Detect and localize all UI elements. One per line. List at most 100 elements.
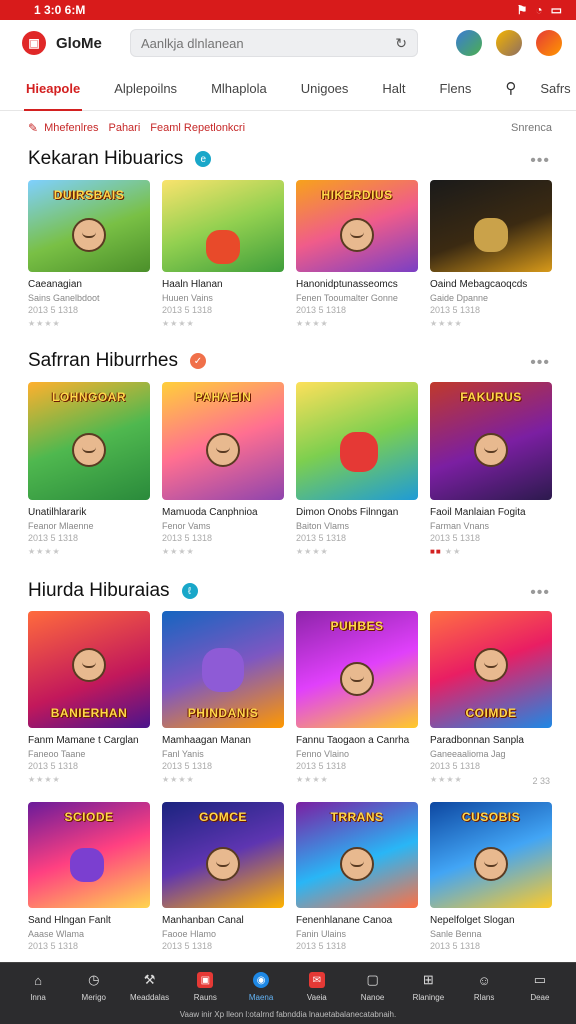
- game-subtitle: Huuen Vains: [162, 293, 213, 303]
- game-meta: 2013 5 1318: [430, 533, 481, 543]
- nav-label: Rlans: [473, 993, 495, 1002]
- game-thumbnail[interactable]: [430, 180, 552, 272]
- game-thumbnail[interactable]: [162, 180, 284, 272]
- tab-1[interactable]: Alplepoilns: [114, 66, 177, 111]
- gift-icon: ⊞: [422, 972, 434, 987]
- app-name: GloMe: [56, 34, 102, 52]
- game-card[interactable]: DUIRSBAIS Caeanagian Sains Ganelbdoot 20…: [28, 180, 150, 328]
- tab-5[interactable]: Flens: [440, 66, 472, 111]
- tab-last[interactable]: Safrs: [540, 81, 570, 96]
- game-card[interactable]: COIMDE Paradbonnan Sanpla Ganeeaalioma J…: [430, 611, 552, 784]
- game-thumbnail[interactable]: LOHNGOAR: [28, 382, 150, 500]
- game-thumbnail[interactable]: PHINDANIS: [162, 611, 284, 728]
- nav-item-active[interactable]: ◉ Maena: [237, 969, 285, 1002]
- game-thumbnail[interactable]: TRRANS: [296, 802, 418, 908]
- nav-label: Meaddalas: [129, 993, 170, 1002]
- game-meta: 2013 5 1318: [430, 305, 481, 315]
- game-row: DUIRSBAIS Caeanagian Sains Ganelbdoot 20…: [28, 180, 554, 328]
- game-title: Caeanagian: [28, 279, 82, 290]
- game-card[interactable]: BANIERHAN Fanm Mamane t Carglan Faneoo T…: [28, 611, 150, 784]
- tab-2[interactable]: Mlhaplola: [211, 66, 267, 111]
- more-icon[interactable]: •••: [530, 584, 550, 602]
- game-title: Sand Hlngan Fanlt: [28, 915, 111, 926]
- nav-item-settings[interactable]: ▭ Deae: [516, 969, 564, 1002]
- search-icon[interactable]: ⚲: [505, 79, 516, 97]
- nav-item-tools[interactable]: ⚒ Meaddalas: [126, 969, 174, 1002]
- game-card[interactable]: HIKBRDIUS Hanonidptunasseomcs Fenen Toou…: [296, 180, 418, 328]
- game-meta: 2013 5 1318: [296, 305, 347, 315]
- nav-item-gift[interactable]: ⊞ Rlaninge: [404, 969, 452, 1002]
- nav-item-profile[interactable]: ☺ Rlans: [460, 969, 508, 1003]
- thumbnail-title: CUSOBIS: [461, 810, 521, 824]
- game-card[interactable]: LOHNGOAR Unatilhlararik Feanor Mlaenne 2…: [28, 382, 150, 556]
- avatar[interactable]: [536, 30, 562, 56]
- game-card[interactable]: PUHBES Fannu Taogaon a Canrha Fenno Vlai…: [296, 611, 418, 784]
- game-subtitle: Fenno Vlaino: [296, 749, 350, 759]
- game-card[interactable]: TRRANS Fenenhlanane Canoa Fanin Ulains 2…: [296, 802, 418, 951]
- game-meta: 2013 5 1318: [162, 305, 213, 315]
- nav-item-chat[interactable]: ✉ Vaeia: [293, 969, 341, 1002]
- game-title: Fanm Mamane t Carglan: [28, 735, 139, 746]
- tab-3[interactable]: Unigoes: [301, 66, 349, 111]
- game-meta: 2013 5 1318: [28, 533, 79, 543]
- game-card[interactable]: GOMCE Manhanban Canal Faooe Hlamo 2013 5…: [162, 802, 284, 951]
- more-icon[interactable]: •••: [530, 152, 550, 170]
- game-row: LOHNGOAR Unatilhlararik Feanor Mlaenne 2…: [28, 382, 554, 556]
- game-thumbnail[interactable]: [296, 382, 418, 500]
- game-thumbnail[interactable]: HIKBRDIUS: [296, 180, 418, 272]
- tab-4[interactable]: Halt: [382, 66, 405, 111]
- filter-right-link[interactable]: Snrenca: [511, 122, 552, 134]
- game-thumbnail[interactable]: FAKURUS: [430, 382, 552, 500]
- tab-0[interactable]: Hieapole: [23, 66, 83, 111]
- game-thumbnail[interactable]: SCIODE: [28, 802, 150, 908]
- game-card[interactable]: CUSOBIS Nepelfolget Slogan Sanle Benna 2…: [430, 802, 552, 951]
- game-card[interactable]: FAKURUS Faoil Manlaian Fogita Farman Vna…: [430, 382, 552, 556]
- game-meta: 2013 5 1318: [162, 533, 213, 543]
- section-title: Kekaran Hibuarics e: [28, 148, 212, 170]
- character-image: [72, 218, 106, 252]
- nav-item-games[interactable]: ▣ Rauns: [181, 969, 229, 1002]
- app-logo-icon[interactable]: ▣: [22, 31, 46, 55]
- search-bar[interactable]: ↻: [130, 29, 418, 57]
- character-image: [206, 847, 240, 881]
- game-title: Paradbonnan Sanpla: [430, 735, 524, 746]
- avatar[interactable]: [496, 30, 522, 56]
- game-card[interactable]: Oaind Mebagcaoqcds Gaide Dpanne 2013 5 1…: [430, 180, 552, 328]
- game-thumbnail[interactable]: CUSOBIS: [430, 802, 552, 908]
- section-title: Hiurda Hiburaias ℓ: [28, 580, 198, 602]
- thumbnail-title: TRRANS: [330, 810, 384, 824]
- section-badge-icon: e: [195, 151, 212, 167]
- search-input[interactable]: [141, 35, 396, 51]
- game-subtitle: Faneoo Taane: [28, 749, 86, 759]
- game-card[interactable]: Dimon Onobs Filnngan Baiton Vlams 2013 5…: [296, 382, 418, 556]
- game-thumbnail[interactable]: PUHBES: [296, 611, 418, 728]
- filter-chip[interactable]: Mhefenlres: [44, 122, 98, 134]
- game-thumbnail[interactable]: DUIRSBAIS: [28, 180, 150, 272]
- wifi-icon: ◔: [535, 3, 543, 17]
- game-thumbnail[interactable]: COIMDE: [430, 611, 552, 728]
- edit-icon[interactable]: ✎: [28, 121, 38, 135]
- filter-chip[interactable]: Pahari: [108, 122, 140, 134]
- character-image: [340, 661, 374, 696]
- reload-icon[interactable]: ↻: [395, 35, 407, 52]
- game-thumbnail[interactable]: BANIERHAN: [28, 611, 150, 728]
- rating-stars: ★★★★: [296, 775, 329, 784]
- game-card[interactable]: PHINDANIS Mamhaagan Manan Fanl Yanis 201…: [162, 611, 284, 784]
- nav-item-clock[interactable]: ◷ Merigo: [70, 969, 118, 1002]
- more-icon[interactable]: •••: [530, 354, 550, 372]
- avatar[interactable]: [456, 30, 482, 56]
- nav-item-home[interactable]: ⌂ Inna: [14, 969, 62, 1003]
- clock-icon: ◷: [88, 972, 100, 987]
- game-thumbnail[interactable]: PAHAEIN: [162, 382, 284, 500]
- filter-chip[interactable]: Feaml Repetlonkcri: [150, 122, 245, 134]
- game-thumbnail[interactable]: GOMCE: [162, 802, 284, 908]
- thumbnail-title: DUIRSBAIS: [53, 188, 125, 202]
- nav-item-screen[interactable]: ▢ Nanoe: [349, 969, 397, 1002]
- game-card[interactable]: PAHAEIN Mamuoda Canphnioa Fenor Vams 201…: [162, 382, 284, 556]
- game-subtitle: Faooe Hlamo: [162, 929, 217, 939]
- game-card[interactable]: Haaln Hlanan Huuen Vains 2013 5 1318 ★★★…: [162, 180, 284, 328]
- game-meta: 2013 5 1318: [296, 533, 347, 543]
- home-icon: ⌂: [34, 972, 42, 988]
- game-card[interactable]: SCIODE Sand Hlngan Fanlt Aaase Wlama 201…: [28, 802, 150, 951]
- thumbnail-title: COIMDE: [465, 706, 517, 720]
